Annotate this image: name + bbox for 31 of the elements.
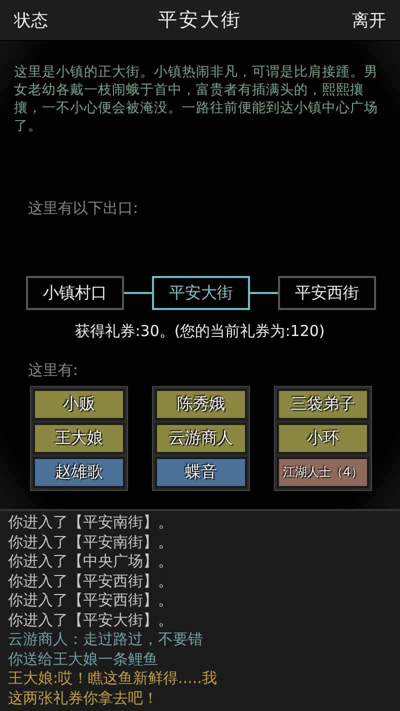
npc-button[interactable]: 蝶音 [155, 457, 247, 488]
exits-label: 这里有以下出口: [28, 199, 140, 218]
connector-line [250, 292, 278, 294]
log-message: 你进入了【中央广场】。 [8, 552, 174, 572]
connector-line [124, 292, 152, 294]
location-title: 平安大街 [158, 8, 242, 33]
npc-button[interactable]: 陈秀娥 [155, 389, 247, 420]
leave-button[interactable]: 离开 [348, 6, 390, 34]
log-message: 你进入了【平安大街】。 [8, 610, 174, 630]
npc-button[interactable]: 赵雄歌 [33, 457, 125, 488]
log-message: 这两张礼券你拿去吧！ [8, 688, 159, 708]
location-description: 这里是小镇的正大街。小镇热闹非凡，可谓是比肩接踵。男女老幼各戴一枝闹蛾于首中，富贵者有插满头的，熙熙攘攘，一不小心便会被淹没。一路往前便能到达小镇中心广场了。 [14, 63, 379, 135]
npc-button[interactable]: 小环 [277, 423, 369, 454]
exit-button[interactable]: 平安西街 [278, 276, 376, 310]
log-message: 王大娘:哎！瞧这鱼新鲜得.....我 [8, 669, 218, 688]
exit-button[interactable]: 平安大街 [152, 276, 250, 310]
log-message: 你送给王大娘一条鲤鱼 [8, 650, 159, 669]
log-message: 你进入了【平安西街】。 [8, 572, 174, 591]
status-button[interactable]: 状态 [10, 6, 52, 34]
people-label: 这里有: [28, 361, 80, 380]
npc-button[interactable]: 云游商人 [155, 423, 247, 454]
reward-message: 获得礼券:30。(您的当前礼券为:120) [74, 322, 326, 341]
log-message: 你进入了【平安西街】。 [8, 591, 174, 610]
npc-button[interactable]: 江湖人士（4） [277, 457, 369, 488]
log-message: 你进入了【平安南街】。 [8, 532, 174, 552]
log-message: 你进入了【平安南街】。 [8, 513, 174, 532]
exit-button[interactable]: 小镇村口 [26, 276, 124, 310]
npc-button[interactable]: 王大娘 [33, 423, 125, 454]
npc-button[interactable]: 小贩 [33, 389, 125, 420]
npc-button[interactable]: 三袋弟子 [277, 389, 369, 420]
log-message: 云游商人：走过路过，不要错 [8, 630, 204, 650]
